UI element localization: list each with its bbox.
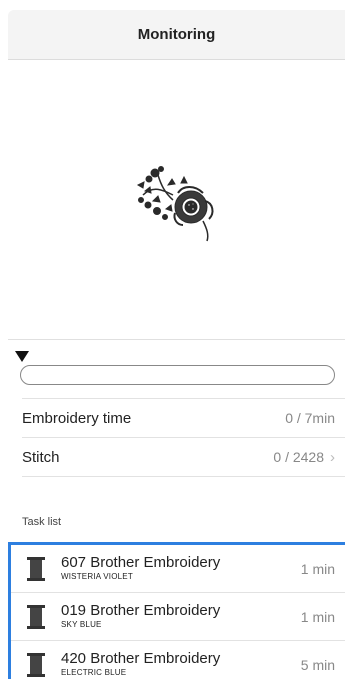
stitch-value: 0 / 2428 [273,449,324,465]
task-thread-color: SKY BLUE [61,620,102,629]
task-thread-name: 607 Brother Embroidery [61,554,221,571]
divider [22,476,345,477]
nav-bar: Monitoring [8,10,345,60]
stitch-value-group: 0 / 2428 › [273,449,335,466]
position-marker-icon [15,351,29,362]
task-row[interactable]: 420 Brother Embroidery ELECTRIC BLUE 5 m… [11,641,345,679]
task-list: 607 Brother Embroidery WISTERIA VIOLET 1… [8,542,345,679]
task-row[interactable]: 607 Brother Embroidery WISTERIA VIOLET 1… [11,545,345,593]
task-thread-name: 420 Brother Embroidery [61,650,221,667]
stitch-row[interactable]: Stitch 0 / 2428 › [22,438,335,476]
task-list-label: Task list [22,516,62,528]
task-time: 1 min [300,561,335,577]
task-time: 5 min [300,657,335,673]
chevron-right-icon: › [330,448,335,466]
embroidery-design-preview-icon [136,166,213,242]
stitch-label: Stitch [22,448,60,466]
embroidery-time-value: 0 / 7min [285,410,335,426]
task-thread-color: WISTERIA VIOLET [61,572,133,581]
thread-spool-icon [27,557,45,581]
divider [8,339,345,340]
task-row[interactable]: 019 Brother Embroidery SKY BLUE 1 min [11,593,345,641]
thread-spool-icon [27,653,45,677]
embroidery-time-label: Embroidery time [22,409,132,427]
page-title: Monitoring [137,26,216,43]
task-thread-color: ELECTRIC BLUE [61,668,127,677]
progress-bar [20,365,335,385]
embroidery-preview [0,60,345,340]
embroidery-time-row: Embroidery time 0 / 7min [22,399,335,437]
task-thread-name: 019 Brother Embroidery [61,602,221,619]
task-time: 1 min [300,609,335,625]
thread-spool-icon [27,605,45,629]
